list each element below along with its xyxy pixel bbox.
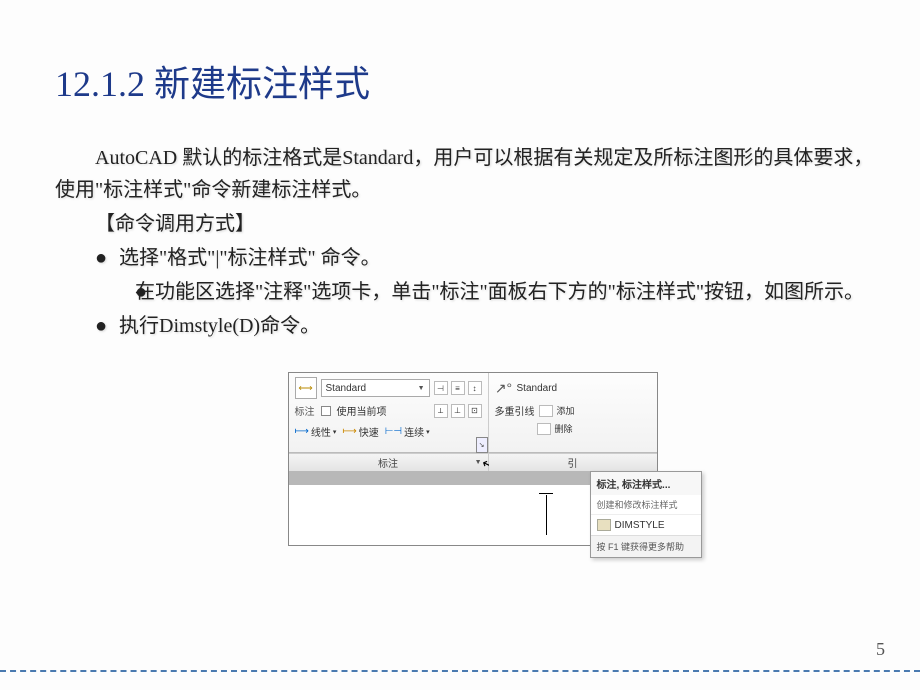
dim-row-2: 标注 使用当前项 ⟂ ⊥ ⊡ — [295, 403, 482, 418]
dim-style-value: Standard — [326, 383, 367, 394]
mlead-style-value: Standard — [517, 383, 558, 394]
bullet-2: ●在功能区选择"注释"选项卡，单击"标注"面板右下方的"标注样式"按钮，如图所示… — [55, 276, 890, 308]
bullet-2-text: 在功能区选择"注释"选项卡，单击"标注"面板右下方的"标注样式"按钮，如图所示。 — [135, 281, 864, 303]
tooltip-subtitle: 创建和修改标注样式 — [591, 495, 701, 514]
bullet-dot: ● — [95, 310, 119, 342]
chevron-down-icon: ▼ — [418, 385, 425, 392]
slide: 12.1.2 新建标注样式 AutoCAD 默认的标注格式是Standard，用… — [0, 0, 920, 690]
tooltip-command-row: DIMSTYLE — [591, 514, 701, 535]
dim-footer-label: 标注 — [378, 455, 398, 470]
autocad-ribbon-screenshot: ⟷ Standard ▼ ⊣ ≡ ↕ 标注 — [288, 372, 658, 546]
multileader-label: 多重引线 — [495, 403, 535, 418]
crosshair-h — [539, 493, 553, 494]
use-current-checkbox[interactable] — [321, 406, 331, 416]
tooltip-help: 按 F1 键获得更多帮助 — [591, 535, 701, 557]
biaozhu-label: 标注 — [295, 403, 315, 418]
dimension-icon[interactable]: ⟷ — [295, 377, 317, 399]
bullet-1-text: 选择"格式"|"标注样式" 命令。 — [119, 247, 381, 269]
dimstyle-cmd-icon — [597, 519, 611, 531]
ribbon-row: ⟷ Standard ▼ ⊣ ≡ ↕ 标注 — [289, 373, 657, 453]
command-invoke-heading: 【命令调用方式】 — [55, 208, 890, 240]
tooltip-command: DIMSTYLE — [615, 520, 665, 531]
dim-tool-4-icon[interactable]: ⟂ — [434, 404, 448, 418]
screenshot-container: ⟷ Standard ▼ ⊣ ≡ ↕ 标注 — [55, 372, 890, 546]
bullet-3: ●执行Dimstyle(D)命令。 — [55, 310, 890, 342]
mlead-row-1: ↗° Standard — [495, 377, 651, 399]
bullet-dot: ● — [95, 242, 119, 274]
mlead-add-label: 添加 — [557, 404, 575, 417]
dimstyle-tooltip: 标注, 标注样式... 创建和修改标注样式 DIMSTYLE 按 F1 键获得更… — [590, 471, 702, 558]
dim-row-3: ⟼ 线性 ▾ ⟼ 快速 ⊢⊣ 连续 ▾ — [295, 424, 482, 439]
dim-style-row: ⟷ Standard ▼ ⊣ ≡ ↕ — [295, 377, 482, 399]
mlead-del-label: 删除 — [555, 422, 573, 435]
multileader-icon[interactable]: ↗° — [495, 377, 513, 399]
bullet-1: ●选择"格式"|"标注样式" 命令。 — [55, 242, 890, 274]
dim-tool-6-icon[interactable]: ⊡ — [468, 404, 482, 418]
continuous-label: 连续 — [404, 424, 424, 439]
quick-dim-button[interactable]: ⟼ 快速 — [342, 424, 378, 439]
paragraph-intro: AutoCAD 默认的标注格式是Standard，用户可以根据有关规定及所标注图… — [55, 142, 890, 206]
crosshair-v — [546, 495, 547, 535]
bullet-dot: ● — [95, 276, 135, 308]
section-title: 12.1.2 新建标注样式 — [55, 55, 890, 107]
panel-footers: 标注 ▼ ↘ ↖ 引 — [289, 453, 657, 471]
continuous-dim-button[interactable]: ⊢⊣ 连续 ▾ — [385, 424, 430, 439]
mlead-row-3: 删除 — [495, 422, 651, 435]
quick-label: 快速 — [359, 424, 379, 439]
bottom-divider — [0, 670, 920, 672]
dim-tool-2-icon[interactable]: ≡ — [451, 381, 465, 395]
dim-style-combo[interactable]: Standard ▼ — [321, 379, 430, 397]
linear-label: 线性 — [311, 424, 331, 439]
mlead-footer-label: 引 — [568, 455, 578, 470]
dim-tool-icons-2: ⟂ ⊥ ⊡ — [434, 404, 482, 418]
use-current-label: 使用当前项 — [337, 403, 387, 418]
mlead-panel-footer[interactable]: 引 — [489, 453, 657, 471]
body-text: AutoCAD 默认的标注格式是Standard，用户可以根据有关规定及所标注图… — [55, 142, 890, 342]
dim-tool-icons: ⊣ ≡ ↕ — [434, 381, 482, 395]
tooltip-title: 标注, 标注样式... — [591, 472, 701, 495]
mlead-row-2: 多重引线 添加 — [495, 403, 651, 418]
linear-dim-button[interactable]: ⟼ 线性 ▾ — [295, 424, 337, 439]
mlead-add-icon[interactable] — [539, 405, 553, 417]
dimension-panel: ⟷ Standard ▼ ⊣ ≡ ↕ 标注 — [289, 373, 489, 452]
dim-panel-footer[interactable]: 标注 ▼ ↘ ↖ — [289, 453, 489, 471]
dim-tool-3-icon[interactable]: ↕ — [468, 381, 482, 395]
mlead-del-icon[interactable] — [537, 423, 551, 435]
page-number: 5 — [876, 639, 885, 660]
dim-tool-1-icon[interactable]: ⊣ — [434, 381, 448, 395]
multileader-panel: ↗° Standard 多重引线 添加 删除 — [489, 373, 657, 452]
bullet-3-text: 执行Dimstyle(D)命令。 — [119, 315, 320, 337]
dim-tool-5-icon[interactable]: ⊥ — [451, 404, 465, 418]
dim-style-launcher-button[interactable]: ↘ — [476, 437, 488, 453]
